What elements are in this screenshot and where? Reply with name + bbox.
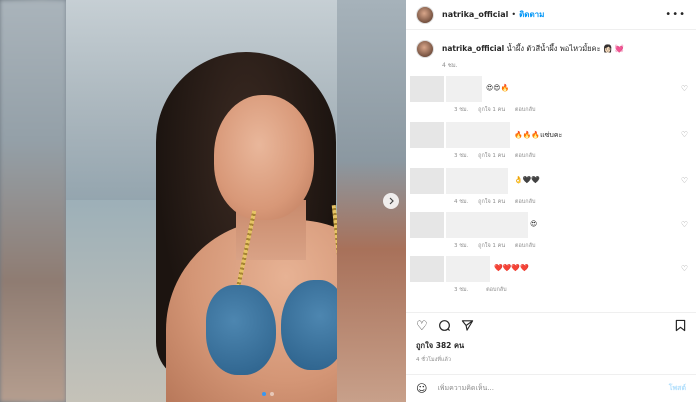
like-heart-icon[interactable]: ♡ [416, 320, 428, 333]
comment-text: 🔥🔥🔥แซ่บคะ [514, 131, 563, 139]
comment-time: 4 ชม. [454, 199, 469, 205]
comment-item: 😍😍🔥 3 ชม. ถูกใจ 1 คน ตอบกลับ ♡ [410, 76, 692, 116]
comment-username-blurred [446, 76, 482, 102]
post-time: 4 ชั่วโมงที่แล้ว [416, 357, 451, 363]
post-caption: natrika_official น้ำผึ้ง ตัวสีน้ำผึ้ง พอ… [406, 30, 696, 58]
comment-likes[interactable]: ถูกใจ 1 คน [478, 243, 505, 249]
comment-meta: 3 ชม. ถูกใจ 1 คน ตอบกลับ [454, 106, 543, 114]
comment-meta: 3 ชม. ถูกใจ 1 คน ตอบกลับ [454, 152, 543, 160]
comment-avatar-blurred [410, 168, 444, 194]
carousel-dots [262, 392, 274, 396]
add-comment-bar: ☺ เพิ่มความคิดเห็น... โพสต์ [406, 374, 696, 402]
likes-count[interactable]: ถูกใจ 382 คน [416, 340, 464, 352]
comment-time: 3 ชม. [454, 153, 469, 159]
comments-list[interactable]: natrika_official น้ำผึ้ง ตัวสีน้ำผึ้ง พอ… [406, 30, 696, 310]
comment-reply[interactable]: ตอบกลับ [486, 287, 507, 293]
photo-face [214, 95, 314, 220]
comment-avatar-blurred [410, 76, 444, 102]
post-actions: ♡ [406, 312, 696, 340]
comment-item: ❤️❤️❤️❤️ 3 ชม. ตอบกลับ ♡ [410, 256, 692, 296]
more-icon[interactable]: ••• [665, 9, 686, 20]
background-blur-left [0, 0, 66, 402]
comment-time: 3 ชม. [454, 107, 469, 113]
next-slide-button[interactable] [383, 193, 399, 209]
comment-text: ❤️❤️❤️❤️ [494, 264, 529, 272]
caption-time: 4 ชม. [442, 62, 458, 69]
avatar[interactable] [416, 5, 434, 24]
caption-username[interactable]: natrika_official [442, 44, 504, 53]
comment-username-blurred [446, 256, 490, 282]
bookmark-icon[interactable] [675, 319, 686, 335]
comment-bubble-icon [438, 319, 450, 331]
comment-text: 👌🖤🖤 [514, 176, 541, 184]
caption-text: natrika_official น้ำผึ้ง ตัวสีน้ำผึ้ง พอ… [442, 40, 624, 58]
post-side-panel: natrika_official • ติดตาม ••• natrika_of… [406, 0, 696, 402]
comment-meta: 4 ชม. ถูกใจ 1 คน ตอบกลับ [454, 198, 543, 206]
comment-item: 🔥🔥🔥แซ่บคะ 3 ชม. ถูกใจ 1 คน ตอบกลับ ♡ [410, 122, 692, 162]
heart-icon[interactable]: ♡ [681, 84, 688, 93]
chevron-right-icon [389, 197, 394, 205]
emoji-icon[interactable]: ☺ [416, 382, 427, 395]
comment-time: 3 ชม. [454, 243, 469, 249]
carousel-dot [270, 392, 274, 396]
comment-reply[interactable]: ตอบกลับ [515, 153, 536, 159]
comment-username-blurred [446, 212, 528, 238]
comment-likes[interactable]: ถูกใจ 1 คน [478, 153, 505, 159]
comment-avatar-blurred [410, 212, 444, 238]
comment-text: 😍 [530, 220, 538, 228]
comment-avatar-blurred [410, 256, 444, 282]
comment-meta: 3 ชม. ถูกใจ 1 คน ตอบกลับ [454, 242, 543, 250]
caption-body: น้ำผึ้ง ตัวสีน้ำผึ้ง พอไหวมั้ยคะ 👩🏻 💓 [506, 44, 625, 53]
heart-icon[interactable]: ♡ [681, 264, 688, 273]
heart-icon[interactable]: ♡ [681, 176, 688, 185]
post-header: natrika_official • ติดตาม ••• [406, 0, 696, 30]
paper-plane-icon [461, 319, 473, 331]
comment-reply[interactable]: ตอบกลับ [515, 199, 536, 205]
comment-item: 😍 3 ชม. ถูกใจ 1 คน ตอบกลับ ♡ [410, 212, 692, 252]
comment-reply[interactable]: ตอบกลับ [515, 243, 536, 249]
caption-avatar[interactable] [416, 40, 434, 58]
photo-bikini-left [206, 285, 276, 375]
comment-likes[interactable]: ถูกใจ 1 คน [478, 199, 505, 205]
comment-item: 👌🖤🖤 4 ชม. ถูกใจ 1 คน ตอบกลับ ♡ [410, 168, 692, 208]
carousel-dot-active [262, 392, 266, 396]
follow-button[interactable]: ติดตาม [519, 8, 544, 21]
comment-username-blurred [446, 122, 510, 148]
post-comment-button[interactable]: โพสต์ [669, 383, 686, 394]
save-bookmark-icon [675, 319, 686, 331]
post-photo[interactable] [66, 0, 337, 402]
comment-input[interactable]: เพิ่มความคิดเห็น... [437, 383, 493, 394]
comment-meta: 3 ชม. ตอบกลับ [454, 286, 515, 294]
share-icon[interactable] [461, 319, 474, 335]
heart-icon[interactable]: ♡ [681, 130, 688, 139]
heart-icon[interactable]: ♡ [681, 220, 688, 229]
comment-text: 😍😍🔥 [486, 84, 510, 92]
photo-bikini-right [281, 280, 337, 370]
comment-time: 3 ชม. [454, 287, 469, 293]
comment-reply[interactable]: ตอบกลับ [515, 107, 536, 113]
comment-avatar-blurred [410, 122, 444, 148]
comment-icon[interactable] [438, 319, 451, 335]
comment-likes[interactable]: ถูกใจ 1 คน [478, 107, 505, 113]
comment-username-blurred [446, 168, 508, 194]
username-link[interactable]: natrika_official [442, 10, 508, 19]
header-separator: • [511, 10, 517, 19]
